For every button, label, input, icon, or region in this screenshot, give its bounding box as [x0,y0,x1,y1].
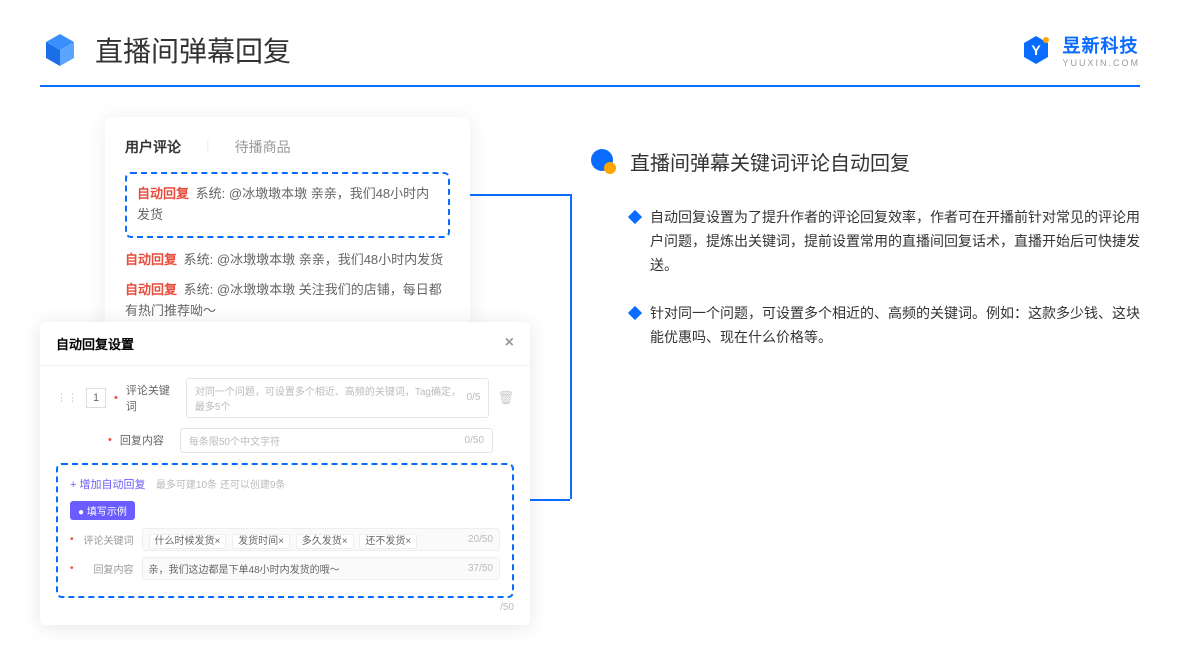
example-content-row: • 回复内容 亲，我们这边都是下单48小时内发货的哦～ 37/50 [70,557,500,580]
highlighted-comment: 自动回复 系统: @冰墩墩本墩 亲亲，我们48小时内发货 [125,172,450,238]
bullet-1: 自动回复设置为了提升作者的评论回复效率，作者可在开播前针对常见的评论用户问题，提… [590,206,1140,277]
settings-body: ⋮⋮ 1 • 评论关键词 对同一个问题，可设置多个相近、高频的关键词，Tag确定… [40,366,530,625]
chip[interactable]: 什么时候发货× [149,534,227,549]
content-placeholder: 每条限50个中文字符 [189,433,280,448]
cube-icon [40,30,80,70]
content-input[interactable]: 每条限50个中文字符 0/50 [180,428,493,453]
bubble-icon [590,148,618,176]
sys-label: 系统: [184,252,214,267]
ex-content-counter: 37/50 [468,563,493,574]
comments-card: 用户评论 | 待播商品 自动回复 系统: @冰墩墩本墩 亲亲，我们48小时内发货… [105,117,470,342]
chips: 什么时候发货× 发货时间× 多久发货× 还不发货× [149,532,421,547]
page-title: 直播间弹幕回复 [95,30,291,70]
section-head: 直播间弹幕关键词评论自动回复 [590,147,1140,176]
add-row: + 增加自动回复 最多可建10条 还可以创建9条 [70,475,500,493]
required-dot: • [70,534,74,545]
content-label: 回复内容 [120,432,172,448]
page-header: 直播间弹幕回复 Y 昱新科技 YUUXIN.COM [0,0,1180,80]
chip[interactable]: 还不发货× [359,534,417,549]
close-icon[interactable]: × [505,334,514,352]
keyword-placeholder: 对同一个问题，可设置多个相近、高频的关键词，Tag确定，最多5个 [195,383,467,413]
content-counter: 0/50 [465,435,484,446]
left-column: 用户评论 | 待播商品 自动回复 系统: @冰墩墩本墩 亲亲，我们48小时内发货… [40,117,530,625]
chip[interactable]: 发货时间× [232,534,290,549]
index-box: 1 [86,388,106,408]
svg-text:Y: Y [1032,42,1042,58]
section-title: 直播间弹幕关键词评论自动回复 [630,147,910,176]
content-row: • 回复内容 每条限50个中文字符 0/50 [56,428,514,453]
bottom-counter: /50 [56,602,514,613]
brand-icon: Y [1020,34,1052,66]
diamond-icon [628,306,642,320]
tab-comments[interactable]: 用户评论 [125,137,181,157]
trash-icon[interactable]: 🗑 [497,390,514,406]
diamond-icon [628,210,642,224]
comment-text: @冰墩墩本墩 亲亲，我们48小时内发货 [217,252,443,267]
comment-3: 自动回复 系统: @冰墩墩本墩 关注我们的店铺，每日都有热门推荐呦～ [125,280,450,322]
keyword-row: ⋮⋮ 1 • 评论关键词 对同一个问题，可设置多个相近、高频的关键词，Tag确定… [56,378,514,418]
bullet-2: 针对同一个问题，可设置多个相近的、高频的关键词。例如：这款多少钱、这块能优惠吗、… [590,302,1140,350]
tabs: 用户评论 | 待播商品 [125,137,450,157]
tab-products[interactable]: 待播商品 [235,137,291,157]
bullet-text: 针对同一个问题，可设置多个相近的、高频的关键词。例如：这款多少钱、这块能优惠吗、… [650,302,1140,350]
example-content-text: 亲，我们这边都是下单48小时内发货的哦～ [149,561,340,576]
example-badge: ● 填写示例 [70,501,135,520]
content: 用户评论 | 待播商品 自动回复 系统: @冰墩墩本墩 亲亲，我们48小时内发货… [0,87,1180,655]
required-dot: • [108,434,112,446]
ex-kw-counter: 20/50 [468,534,493,545]
auto-reply-tag: 自动回复 [125,282,177,297]
comment-2: 自动回复 系统: @冰墩墩本墩 亲亲，我们48小时内发货 [125,250,450,271]
brand-sub: YUUXIN.COM [1062,58,1140,68]
auto-reply-tag: 自动回复 [125,252,177,267]
drag-icon[interactable]: ⋮⋮ [56,391,78,404]
connector-line [570,194,572,499]
settings-header: 自动回复设置 × [40,322,530,366]
comment-1: 自动回复 系统: @冰墩墩本墩 亲亲，我们48小时内发货 [137,184,438,226]
add-hint: 最多可建10条 还可以创建9条 [156,480,285,491]
example-box: + 增加自动回复 最多可建10条 还可以创建9条 ● 填写示例 • 评论关键词 … [56,463,514,598]
example-content-label: 回复内容 [82,561,134,576]
required-dot: • [70,563,74,574]
sys-label: 系统: [196,186,226,201]
example-kw-input[interactable]: 什么时候发货× 发货时间× 多久发货× 还不发货× 20/50 [142,528,500,551]
brand-name: 昱新科技 [1062,36,1138,56]
keyword-counter: 0/5 [467,392,481,403]
sys-label: 系统: [184,282,214,297]
example-keyword-row: • 评论关键词 什么时候发货× 发货时间× 多久发货× 还不发货× 20/50 [70,528,500,551]
auto-reply-tag: 自动回复 [137,186,189,201]
example-kw-label: 评论关键词 [82,532,134,547]
keyword-input[interactable]: 对同一个问题，可设置多个相近、高频的关键词，Tag确定，最多5个 0/5 [186,378,490,418]
required-dot: • [114,392,118,404]
tab-divider: | [206,137,210,157]
example-content-input[interactable]: 亲，我们这边都是下单48小时内发货的哦～ 37/50 [142,557,500,580]
settings-title: 自动回复设置 [56,334,134,353]
add-auto-reply-link[interactable]: + 增加自动回复 [70,479,145,491]
brand-text-wrap: 昱新科技 YUUXIN.COM [1062,32,1140,68]
brand: Y 昱新科技 YUUXIN.COM [1020,32,1140,68]
keyword-label: 评论关键词 [126,382,178,414]
chip[interactable]: 多久发货× [296,534,354,549]
connector-line [470,194,570,196]
right-column: 直播间弹幕关键词评论自动回复 自动回复设置为了提升作者的评论回复效率，作者可在开… [590,117,1140,625]
settings-card: 自动回复设置 × ⋮⋮ 1 • 评论关键词 对同一个问题，可设置多个相近、高频的… [40,322,530,625]
bullet-text: 自动回复设置为了提升作者的评论回复效率，作者可在开播前针对常见的评论用户问题，提… [650,206,1140,277]
